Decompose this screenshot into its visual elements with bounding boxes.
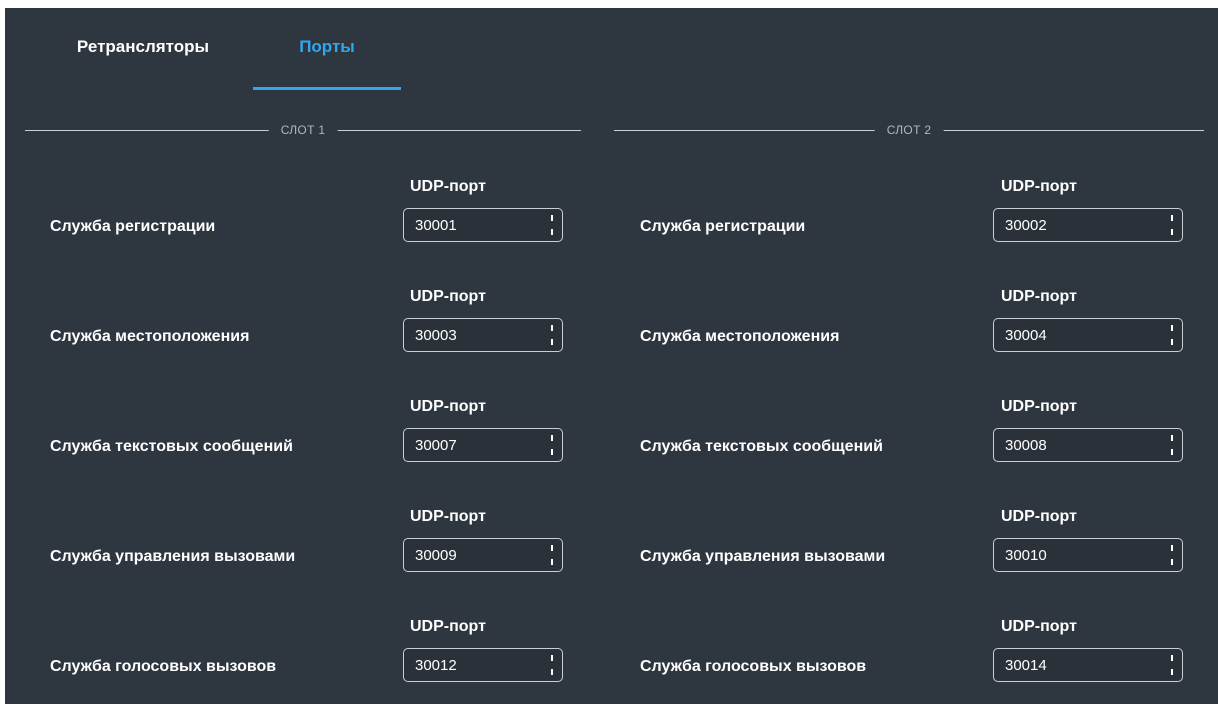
udp-port-label: UDP-порт (1001, 618, 1077, 635)
udp-port-stepper[interactable]: 30007 (403, 428, 563, 462)
port-row: Служба управления вызовами UDP-порт 3000… (25, 508, 581, 604)
decrement-icon[interactable] (548, 448, 556, 456)
increment-icon[interactable] (1168, 434, 1176, 442)
port-row: Служба регистрации UDP-порт 30002 (614, 178, 1204, 274)
udp-port-value: 30010 (1005, 547, 1047, 564)
spin-buttons (548, 544, 556, 566)
spin-buttons (1168, 324, 1176, 346)
udp-port-value: 30008 (1005, 437, 1047, 454)
udp-port-label: UDP-порт (1001, 398, 1077, 415)
udp-port-value: 30004 (1005, 327, 1047, 344)
spin-buttons (1168, 654, 1176, 676)
udp-port-stepper[interactable]: 30010 (993, 538, 1183, 572)
tab-ports[interactable]: Порты (253, 34, 401, 90)
decrement-icon[interactable] (548, 338, 556, 346)
spin-buttons (1168, 434, 1176, 456)
active-tab-indicator (253, 87, 401, 90)
spin-buttons (1168, 214, 1176, 236)
udp-port-stepper[interactable]: 30001 (403, 208, 563, 242)
increment-icon[interactable] (548, 544, 556, 552)
udp-port-stepper[interactable]: 30014 (993, 648, 1183, 682)
increment-icon[interactable] (548, 654, 556, 662)
increment-icon[interactable] (548, 324, 556, 332)
decrement-icon[interactable] (1168, 448, 1176, 456)
port-row: Служба текстовых сообщений UDP-порт 3000… (614, 398, 1204, 494)
udp-port-value: 30003 (415, 327, 457, 344)
spin-buttons (548, 654, 556, 676)
port-row: Служба управления вызовами UDP-порт 3001… (614, 508, 1204, 604)
udp-port-value: 30007 (415, 437, 457, 454)
tab-bar: Ретрансляторы Порты (5, 8, 1218, 90)
port-row: Служба местоположения UDP-порт 30003 (25, 288, 581, 384)
decrement-icon[interactable] (1168, 668, 1176, 676)
service-label: Служба управления вызовами (50, 548, 296, 565)
udp-port-stepper[interactable]: 30009 (403, 538, 563, 572)
decrement-icon[interactable] (548, 558, 556, 566)
service-label: Служба регистрации (640, 218, 806, 235)
increment-icon[interactable] (548, 434, 556, 442)
udp-port-label: UDP-порт (410, 398, 486, 415)
port-row: Служба местоположения UDP-порт 30004 (614, 288, 1204, 384)
tab-repeaters-label: Ретрансляторы (76, 37, 210, 56)
ports-panel: Ретрансляторы Порты СЛОТ 1 Служба регист… (5, 8, 1218, 704)
tab-repeaters[interactable]: Ретрансляторы (53, 34, 233, 90)
spin-buttons (548, 214, 556, 236)
udp-port-value: 30009 (415, 547, 457, 564)
udp-port-label: UDP-порт (410, 178, 486, 195)
udp-port-value: 30014 (1005, 657, 1047, 674)
increment-icon[interactable] (1168, 214, 1176, 222)
service-label: Служба местоположения (50, 328, 250, 345)
spin-buttons (548, 324, 556, 346)
udp-port-label: UDP-порт (1001, 288, 1077, 305)
udp-port-value: 30002 (1005, 217, 1047, 234)
service-label: Служба управления вызовами (640, 548, 886, 565)
udp-port-value: 30001 (415, 217, 457, 234)
udp-port-label: UDP-порт (410, 288, 486, 305)
udp-port-label: UDP-порт (1001, 508, 1077, 525)
slot-1-title: СЛОТ 1 (268, 121, 338, 139)
slot-2-title: СЛОТ 2 (874, 121, 944, 139)
slot-1-divider: СЛОТ 1 (25, 121, 581, 139)
slot-2-section: СЛОТ 2 Служба регистрации UDP-порт 30002… (614, 121, 1204, 682)
decrement-icon[interactable] (1168, 228, 1176, 236)
decrement-icon[interactable] (548, 228, 556, 236)
udp-port-stepper[interactable]: 30008 (993, 428, 1183, 462)
udp-port-stepper[interactable]: 30002 (993, 208, 1183, 242)
increment-icon[interactable] (548, 214, 556, 222)
service-label: Служба голосовых вызовов (50, 658, 277, 675)
spin-buttons (548, 434, 556, 456)
increment-icon[interactable] (1168, 654, 1176, 662)
decrement-icon[interactable] (548, 668, 556, 676)
udp-port-label: UDP-порт (410, 618, 486, 635)
port-row: Служба голосовых вызовов UDP-порт 30014 (614, 618, 1204, 714)
udp-port-label: UDP-порт (1001, 178, 1077, 195)
increment-icon[interactable] (1168, 324, 1176, 332)
slot-2-divider: СЛОТ 2 (614, 121, 1204, 139)
udp-port-value: 30012 (415, 657, 457, 674)
increment-icon[interactable] (1168, 544, 1176, 552)
port-row: Служба текстовых сообщений UDP-порт 3000… (25, 398, 581, 494)
udp-port-stepper[interactable]: 30004 (993, 318, 1183, 352)
service-label: Служба текстовых сообщений (50, 438, 293, 455)
slot-1-section: СЛОТ 1 Служба регистрации UDP-порт 30001… (25, 121, 581, 682)
decrement-icon[interactable] (1168, 558, 1176, 566)
spin-buttons (1168, 544, 1176, 566)
udp-port-stepper[interactable]: 30003 (403, 318, 563, 352)
decrement-icon[interactable] (1168, 338, 1176, 346)
service-label: Служба голосовых вызовов (640, 658, 867, 675)
port-row: Служба регистрации UDP-порт 30001 (25, 178, 581, 274)
port-row: Служба голосовых вызовов UDP-порт 30012 (25, 618, 581, 714)
udp-port-stepper[interactable]: 30012 (403, 648, 563, 682)
tab-ports-label: Порты (299, 37, 355, 56)
udp-port-label: UDP-порт (410, 508, 486, 525)
service-label: Служба регистрации (50, 218, 216, 235)
service-label: Служба местоположения (640, 328, 840, 345)
service-label: Служба текстовых сообщений (640, 438, 883, 455)
